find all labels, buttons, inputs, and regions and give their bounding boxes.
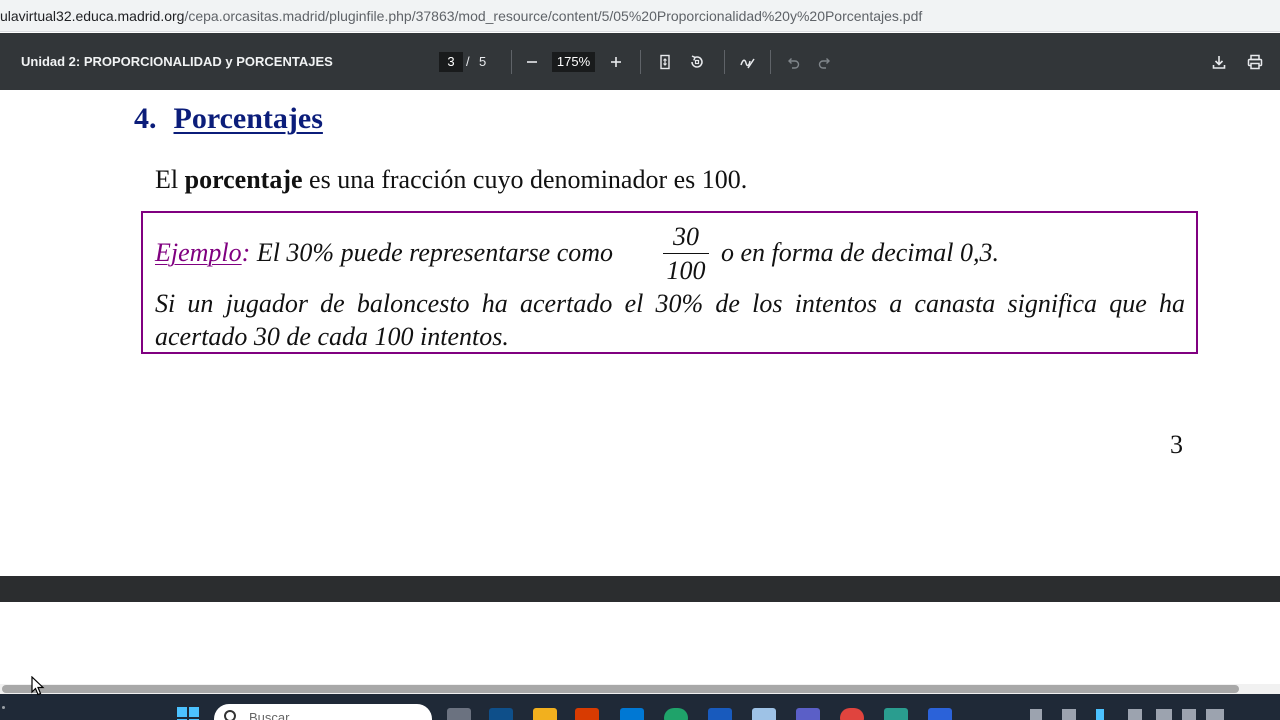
scrollbar-thumb[interactable]	[2, 685, 1239, 693]
page-separator: /	[466, 54, 470, 69]
file-explorer-icon[interactable]	[533, 708, 557, 720]
tray-pen-icon[interactable]	[1096, 709, 1104, 720]
undo-icon	[788, 58, 800, 69]
chrome-icon[interactable]	[840, 708, 864, 720]
search-icon	[224, 710, 236, 720]
download-button[interactable]	[1207, 50, 1231, 74]
print-icon	[1247, 54, 1263, 70]
teams-icon[interactable]	[796, 708, 820, 720]
corner-indicator	[2, 706, 5, 709]
battery-icon[interactable]	[1206, 709, 1224, 720]
fraction-numerator: 30	[673, 222, 699, 251]
calendar-app-icon[interactable]	[575, 708, 599, 720]
rotate-icon	[691, 55, 703, 68]
example-lead: Ejemplo: El 30% puede representarse como	[155, 238, 613, 268]
intro-text-before: El	[155, 165, 185, 194]
pdf-toolbar: Unidad 2: PROPORCIONALIDAD y PORCENTAJES…	[0, 33, 1280, 90]
start-button[interactable]	[177, 707, 199, 720]
example-line1-after: o en forma de decimal 0,3.	[721, 238, 1000, 267]
toolbar-divider	[511, 50, 512, 74]
edge-icon[interactable]	[664, 708, 688, 720]
section-number: 4.	[134, 102, 157, 135]
fraction-bar	[663, 253, 709, 254]
window-app-icon[interactable]	[752, 708, 776, 720]
pdf-page: 4. Porcentajes El porcentaje es una fracc…	[0, 90, 1280, 576]
url-path: /cepa.orcasitas.madrid/pluginfile.php/37…	[184, 8, 923, 24]
search-placeholder: Buscar	[249, 710, 290, 720]
address-bar[interactable]: ulavirtual32.educa.madrid.org/cepa.orcas…	[0, 0, 1280, 32]
app-icon-2[interactable]	[928, 708, 952, 720]
annotate-icon	[740, 58, 755, 69]
zoom-in-button[interactable]	[604, 50, 628, 74]
zoom-in-icon	[611, 57, 621, 67]
page-number: 3	[1170, 430, 1183, 459]
tray-app-icon[interactable]	[1062, 709, 1076, 720]
document-title: Unidad 2: PROPORCIONALIDAD y PORCENTAJES	[21, 54, 333, 69]
example-paragraph: Si un jugador de baloncesto ha acertado …	[155, 289, 1185, 351]
word-icon[interactable]	[708, 708, 732, 720]
fraction-denominator: 100	[666, 256, 706, 285]
redo-icon	[818, 58, 830, 69]
volume-icon[interactable]	[1182, 709, 1196, 720]
toolbar-divider	[770, 50, 771, 74]
toolbar-divider	[724, 50, 725, 74]
print-button[interactable]	[1243, 50, 1267, 74]
total-pages: 5	[479, 54, 487, 69]
widgets-icon[interactable]	[489, 708, 513, 720]
intro-sentence: El porcentaje es una fracción cuyo denom…	[155, 165, 747, 195]
zoom-level-input[interactable]: 175%	[552, 52, 595, 72]
redo-button[interactable]	[813, 50, 837, 74]
tray-edit-icon[interactable]	[1128, 709, 1142, 720]
current-page-input[interactable]: 3	[439, 52, 463, 72]
tray-chevron-icon[interactable]	[1030, 709, 1042, 720]
example-label: Ejemplo	[155, 238, 242, 267]
app-icon[interactable]	[884, 708, 908, 720]
network-icon[interactable]	[1156, 709, 1172, 720]
zoom-out-button[interactable]	[520, 50, 544, 74]
url-text[interactable]: ulavirtual32.educa.madrid.org/cepa.orcas…	[0, 8, 922, 24]
undo-button[interactable]	[781, 50, 805, 74]
zoom-out-icon	[527, 61, 537, 63]
fit-page-button[interactable]	[653, 50, 677, 74]
fit-page-icon	[660, 54, 670, 70]
section-heading: 4. Porcentajes	[134, 102, 323, 136]
example-line1-before: El 30% puede representarse como	[250, 238, 614, 267]
url-host: ulavirtual32.educa.madrid.org	[0, 8, 185, 24]
page-gap	[0, 576, 1280, 602]
intro-text-after: es una fracción cuyo denominador es 100.	[302, 165, 748, 194]
section-title: Porcentajes	[173, 102, 323, 135]
example-box: Ejemplo: El 30% puede representarse como…	[141, 211, 1198, 354]
fraction: 30 100	[663, 223, 709, 285]
taskbar-search[interactable]: Buscar	[214, 704, 432, 720]
intro-bold-term: porcentaje	[184, 165, 303, 194]
horizontal-scrollbar[interactable]	[0, 684, 1280, 694]
annotate-button[interactable]	[735, 50, 759, 74]
download-icon	[1212, 56, 1226, 69]
task-view-icon[interactable]	[447, 708, 471, 720]
next-page-top	[0, 602, 1280, 684]
taskbar: Buscar	[0, 694, 1280, 720]
store-icon[interactable]	[620, 708, 644, 720]
toolbar-divider	[640, 50, 641, 74]
mouse-cursor-icon	[31, 676, 45, 696]
rotate-button[interactable]	[685, 50, 709, 74]
